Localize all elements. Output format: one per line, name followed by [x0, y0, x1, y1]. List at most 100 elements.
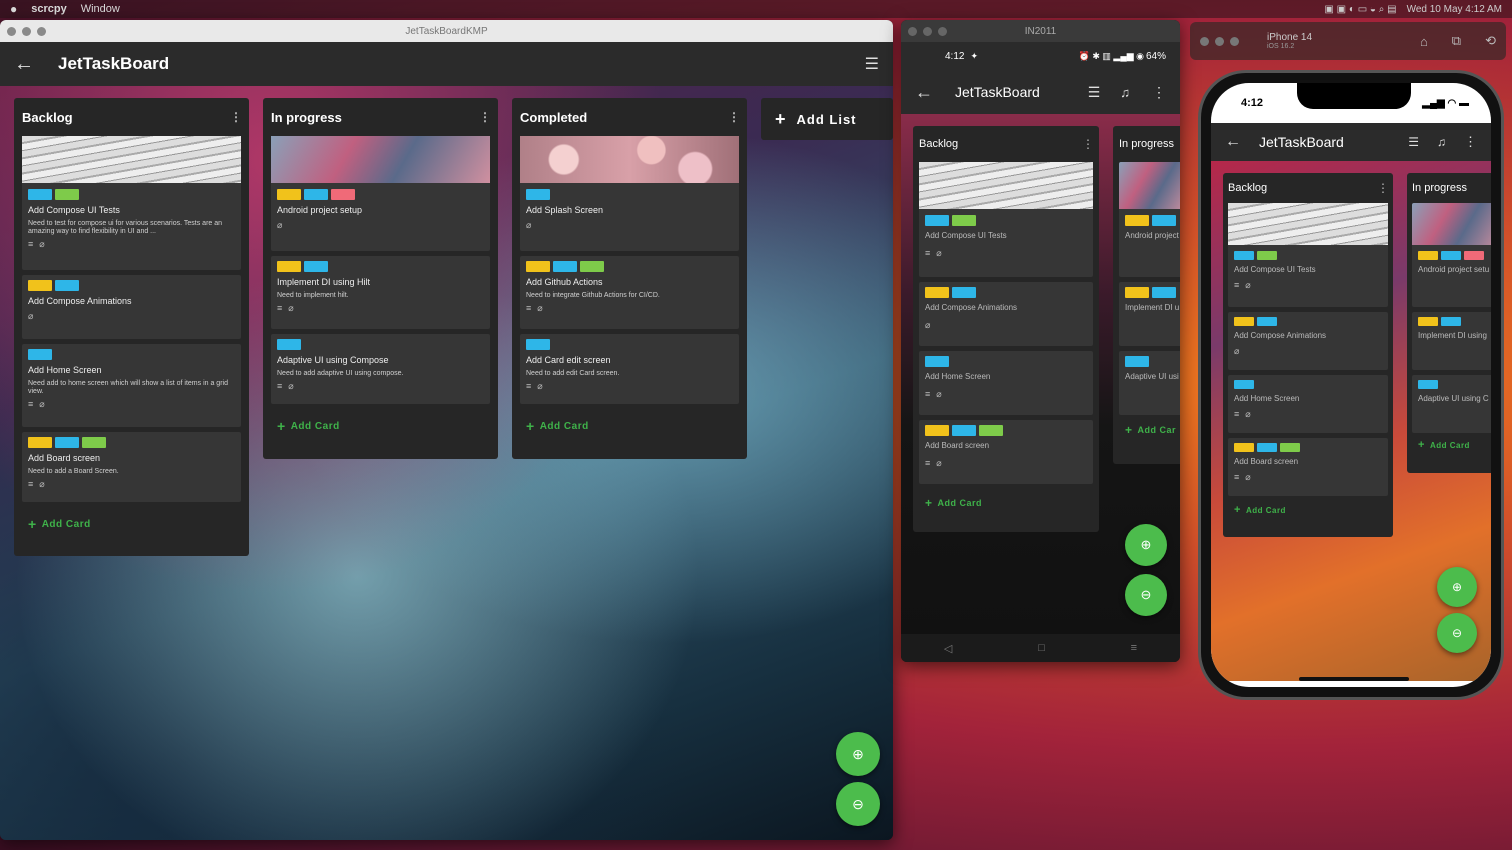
menu-window[interactable]: Window [81, 3, 120, 15]
card[interactable]: Implement DI using [1412, 312, 1491, 370]
apple-icon[interactable]: ● [10, 2, 17, 16]
card[interactable]: Android project setu [1412, 203, 1491, 307]
more-vert-icon[interactable]: ⋮ [479, 110, 491, 124]
attachment-icon: ⌀ [537, 381, 543, 392]
back-arrow-icon[interactable]: ← [14, 53, 34, 76]
description-icon: ≡ [28, 399, 34, 410]
zoom-in-fab[interactable]: ⊕ [1125, 524, 1167, 566]
label-chip [331, 189, 355, 200]
more-vert-icon[interactable]: ⋮ [230, 110, 242, 124]
card[interactable]: Android project [1119, 162, 1180, 277]
card[interactable]: Add Compose Animations ⌀ [22, 275, 241, 339]
bell-icon[interactable]: ♫ [1120, 85, 1130, 100]
more-vert-icon[interactable]: ⋮ [1152, 84, 1166, 101]
zoom-in-fab[interactable]: ⊕ [836, 732, 880, 776]
card[interactable]: Add Home Screen Need add to home screen … [22, 344, 241, 427]
more-vert-icon[interactable]: ⋮ [1464, 134, 1477, 150]
card-cover-image [1228, 203, 1388, 245]
zoom-button[interactable] [1230, 36, 1239, 46]
zoom-in-fab[interactable]: ⊕ [1437, 567, 1477, 607]
card[interactable]: Add Board screen Need to add a Board Scr… [22, 432, 241, 502]
card-title: Add Compose UI Tests [28, 205, 120, 215]
card[interactable]: Implement DI u [1119, 282, 1180, 346]
window-controls[interactable] [7, 27, 46, 36]
card[interactable]: Add Compose UI Tests ≡ ⌀ [1228, 203, 1388, 307]
add-card-button[interactable]: + Add Car [1119, 423, 1180, 437]
card-title: Add Compose Animations [925, 303, 1018, 312]
back-arrow-icon[interactable]: ← [915, 82, 933, 103]
home-indicator[interactable] [1299, 677, 1409, 681]
zoom-out-fab[interactable]: ⊖ [1437, 613, 1477, 653]
window-title: JetTaskBoardKMP [405, 25, 488, 37]
home-icon[interactable]: ⌂ [1420, 34, 1428, 49]
screenshot-icon[interactable]: ⧉ [1452, 33, 1461, 49]
android-status-bar: 4:12 ✦ ⏰ ✱ ▥ ▂▄▆ ◉ 64% [901, 42, 1180, 70]
sort-icon[interactable]: ☰ [1088, 84, 1101, 101]
card[interactable]: Add Compose UI Tests ≡ ⌀ [919, 162, 1093, 277]
card[interactable]: Add Board screen ≡ ⌀ [919, 420, 1093, 484]
back-arrow-icon[interactable]: ← [1225, 133, 1241, 151]
label-chip [1280, 443, 1300, 452]
menu-icon[interactable]: ☰ [865, 54, 879, 74]
card[interactable]: Adaptive UI using Compose Need to add ad… [271, 334, 490, 404]
add-list-button[interactable]: + Add List [761, 98, 893, 140]
nav-home-icon[interactable]: □ [1038, 642, 1045, 654]
card[interactable]: Add Card edit screen Need to add edit Ca… [520, 334, 739, 404]
card[interactable]: Implement DI using Hilt Need to implemen… [271, 256, 490, 329]
sort-icon[interactable]: ☰ [1408, 135, 1419, 149]
minimize-button[interactable] [22, 27, 31, 36]
close-button[interactable] [908, 27, 917, 36]
card[interactable]: Add Compose Animations ⌀ [919, 282, 1093, 346]
plus-icon: + [1418, 439, 1425, 451]
desktop-window: JetTaskBoardKMP ← JetTaskBoard ☰ Backlog… [0, 20, 893, 840]
zoom-out-fab[interactable]: ⊖ [1125, 574, 1167, 616]
minimize-button[interactable] [923, 27, 932, 36]
add-card-button[interactable]: + Add Card [520, 418, 739, 434]
plus-icon: + [277, 418, 286, 434]
card[interactable]: Add Compose Animations ⌀ [1228, 312, 1388, 370]
card[interactable]: Add Home Screen ≡ ⌀ [919, 351, 1093, 415]
nav-back-icon[interactable]: ◁ [944, 642, 952, 655]
rotate-icon[interactable]: ⟲ [1485, 33, 1496, 49]
attachment-icon: ⌀ [39, 479, 45, 490]
card[interactable]: Add Compose UI Tests Need to test for co… [22, 136, 241, 270]
add-card-button[interactable]: + Add Card [1412, 439, 1491, 451]
label-chip [1418, 251, 1438, 260]
add-card-button[interactable]: + Add Card [22, 516, 241, 532]
card[interactable]: Adaptive UI using C [1412, 375, 1491, 433]
minimize-button[interactable] [1215, 36, 1224, 46]
card[interactable]: Add Github Actions Need to integrate Git… [520, 256, 739, 329]
nav-recents-icon[interactable]: ≡ [1131, 642, 1137, 654]
add-card-button[interactable]: + Add Card [271, 418, 490, 434]
bell-icon[interactable]: ♫ [1437, 135, 1446, 149]
zoom-button[interactable] [938, 27, 947, 36]
description-icon: ≡ [277, 381, 283, 392]
label-chip [304, 261, 328, 272]
card[interactable]: Adaptive UI usi [1119, 351, 1180, 415]
more-vert-icon[interactable]: ⋮ [728, 110, 740, 124]
label-chip [925, 425, 949, 436]
card-title: Adaptive UI using Compose [277, 355, 389, 365]
add-card-label: Add Card [290, 420, 340, 432]
list-completed: Completed ⋮ Add Splash Screen ⌀ Add Gith… [512, 98, 747, 459]
close-button[interactable] [7, 27, 16, 36]
label-chip [1234, 443, 1254, 452]
attachment-icon: ⌀ [1245, 280, 1251, 290]
close-button[interactable] [1200, 36, 1209, 46]
more-vert-icon[interactable]: ⋮ [1082, 137, 1094, 151]
card-title: Add Home Screen [1234, 394, 1300, 403]
label-chip [1418, 317, 1438, 326]
card[interactable]: Add Board screen ≡ ⌀ [1228, 438, 1388, 496]
attachment-icon: ⌀ [526, 220, 532, 230]
zoom-out-fab[interactable]: ⊖ [836, 782, 880, 826]
card[interactable]: Add Home Screen ≡ ⌀ [1228, 375, 1388, 433]
menu-app-name[interactable]: scrcpy [31, 3, 66, 15]
zoom-button[interactable] [37, 27, 46, 36]
add-card-button[interactable]: + Add Card [919, 496, 1093, 510]
card[interactable]: Android project setup ⌀ [271, 136, 490, 251]
list-title: Completed [520, 109, 588, 125]
card[interactable]: Add Splash Screen ⌀ [520, 136, 739, 251]
more-vert-icon[interactable]: ⋮ [1377, 181, 1389, 195]
attachment-icon: ⌀ [28, 311, 34, 321]
add-card-button[interactable]: + Add Card [1228, 504, 1388, 516]
